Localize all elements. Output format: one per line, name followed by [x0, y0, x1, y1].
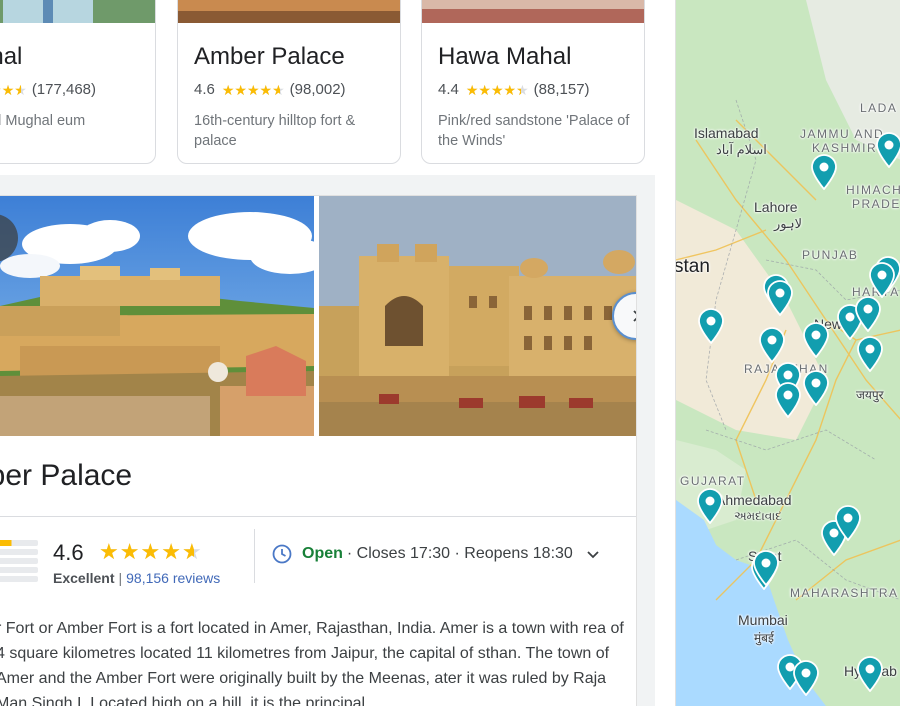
card-stars: ★★★★★★★★★★: [222, 83, 285, 97]
card-rating: 4.6: [194, 81, 215, 98]
star-icon: ★★: [119, 539, 140, 564]
map-label-islamabad: Islamabad: [694, 125, 759, 141]
star-icon: ★★: [1, 81, 15, 98]
card-title: Amber Palace: [194, 43, 345, 70]
place-card-amber-palace[interactable]: Amber Palace 4.6 ★★★★★★★★★★ (98,002) 16t…: [177, 0, 401, 164]
card-title: Hawa Mahal: [438, 43, 572, 70]
star-icon: ★★: [503, 81, 517, 98]
map-pin-icon[interactable]: [696, 488, 724, 525]
map-pin-icon[interactable]: [802, 322, 830, 359]
map-label-maharashtra: MAHARASHTRA: [790, 586, 899, 600]
star-icon: ★★: [490, 81, 504, 98]
card-reviews: (88,157): [533, 81, 590, 98]
map-pin-icon[interactable]: [856, 656, 884, 693]
map-label-ahmedabad: Ahmedabad: [716, 492, 792, 508]
separator: |: [118, 570, 123, 586]
card-reviews: (177,468): [31, 81, 97, 98]
card-description: domed Mughal eum: [0, 113, 86, 129]
open-status: Open: [302, 545, 343, 562]
card-thumbnail: [0, 0, 155, 23]
card-title: Mahal: [0, 43, 23, 70]
card-rating-row: 4.4 ★★★★★★★★★★ (88,157): [438, 81, 590, 98]
star-icon: ★★: [161, 539, 181, 564]
star-icon: ★★: [516, 81, 529, 98]
photo-amber-fort-hillside[interactable]: [0, 196, 314, 436]
rating-summary: Excellent | 98,156 reviews: [53, 570, 220, 586]
reviews-link[interactable]: 98,156 reviews: [126, 570, 220, 586]
map-label-islamabad-urdu: اسلام آباد: [716, 142, 767, 157]
star-icon: ★★: [99, 539, 119, 564]
hours-detail: · Closes 17:30 · Reopens 18:30: [346, 545, 573, 562]
photo-amber-fort-gate[interactable]: [319, 196, 636, 436]
clock-icon: [272, 544, 292, 564]
rating-stars: ★★★★★★★★★★: [99, 541, 203, 563]
card-reviews: (98,002): [289, 81, 346, 98]
card-description: Pink/red sandstone 'Palace of the Winds': [438, 113, 630, 149]
map-label-jammu: JAMMU AND: [800, 127, 885, 141]
map-label-gujarat: GUJARAT: [680, 474, 746, 488]
chevron-right-icon: [633, 310, 636, 322]
map-pin-icon[interactable]: [697, 308, 725, 345]
star-icon: ★★: [272, 81, 285, 98]
chevron-down-icon[interactable]: [585, 546, 601, 562]
map-label-mumbai-hindi: मुंबई: [754, 631, 774, 645]
map-pin-icon[interactable]: [752, 550, 780, 587]
map-pin-icon[interactable]: [802, 370, 830, 407]
map-label-punjab: PUNJAB: [802, 248, 859, 262]
map[interactable]: Islamabad اسلام آباد Lahore لاہور JAMMU …: [675, 0, 900, 706]
star-icon: ★★: [259, 81, 273, 98]
map-pin-icon[interactable]: [875, 132, 900, 169]
map-label-ahmedabad-gujarati: અમદાવાદ: [734, 509, 782, 523]
knowledge-panel: nber Palace 4.6 ★★★★★★★★★★ Excellent|98,…: [0, 175, 655, 706]
map-label-kashmir: KASHMIR: [812, 141, 878, 155]
card-rating-row: 4.6 ★★★★★★★★★★ (98,002): [194, 81, 346, 98]
map-pin-icon[interactable]: [774, 382, 802, 419]
rating-value: 4.6: [53, 540, 84, 565]
star-icon: ★★: [14, 81, 27, 98]
star-icon: ★★: [246, 81, 260, 98]
star-icon: ★★: [465, 81, 479, 98]
card-thumbnail: [422, 0, 644, 23]
map-label-lahore: Lahore: [754, 199, 798, 215]
map-label-jaipur-hindi: जयपुर: [856, 388, 884, 402]
star-icon: ★★: [221, 81, 235, 98]
map-pin-icon[interactable]: [856, 336, 884, 373]
star-icon: ★★: [234, 81, 247, 98]
map-label-pradesh: PRADE: [852, 197, 900, 211]
card-rating: 4.4: [438, 81, 459, 98]
map-label-ladakh: LADA: [860, 101, 898, 115]
place-card-taj[interactable]: Mahal ★★★★★★★★★★ (177,468) domed Mughal …: [0, 0, 156, 164]
card-stars: ★★★★★★★★★★: [466, 83, 529, 97]
map-pin-icon[interactable]: [766, 280, 794, 317]
map-pin-icon[interactable]: [810, 154, 838, 191]
map-pin-icon[interactable]: [792, 660, 820, 697]
card-stars: ★★★★★★★★★★: [0, 83, 27, 97]
map-pin-icon[interactable]: [758, 327, 786, 364]
place-description: r Fort or Amber Fort is a fort located i…: [0, 620, 624, 706]
map-label-lahore-urdu: لاہور: [774, 216, 803, 231]
star-icon: ★★: [140, 539, 161, 564]
divider: [0, 516, 636, 517]
place-card-hawa-mahal[interactable]: Hawa Mahal 4.4 ★★★★★★★★★★ (88,157) Pink/…: [421, 0, 645, 164]
divider: [254, 529, 255, 583]
map-pin-icon[interactable]: [834, 505, 862, 542]
place-title: nber Palace: [0, 459, 133, 492]
map-label-pakistan: stan: [675, 256, 710, 277]
map-label-himachal: HIMACH: [846, 183, 900, 197]
card-thumbnail: [178, 0, 400, 23]
star-icon: ★★: [181, 539, 202, 564]
rating-label: Excellent: [53, 570, 115, 586]
map-pin-icon[interactable]: [868, 262, 896, 299]
knowledge-panel-card: nber Palace 4.6 ★★★★★★★★★★ Excellent|98,…: [0, 195, 637, 706]
map-pin-icon[interactable]: [854, 296, 882, 333]
card-description: 16th-century hilltop fort & palace: [194, 113, 356, 149]
card-rating-row: ★★★★★★★★★★ (177,468): [0, 81, 96, 98]
opening-hours[interactable]: Open · Closes 17:30 · Reopens 18:30: [272, 544, 601, 564]
star-icon: ★★: [478, 81, 491, 98]
map-label-mumbai: Mumbai: [738, 612, 788, 628]
rating-histogram: [0, 540, 38, 585]
